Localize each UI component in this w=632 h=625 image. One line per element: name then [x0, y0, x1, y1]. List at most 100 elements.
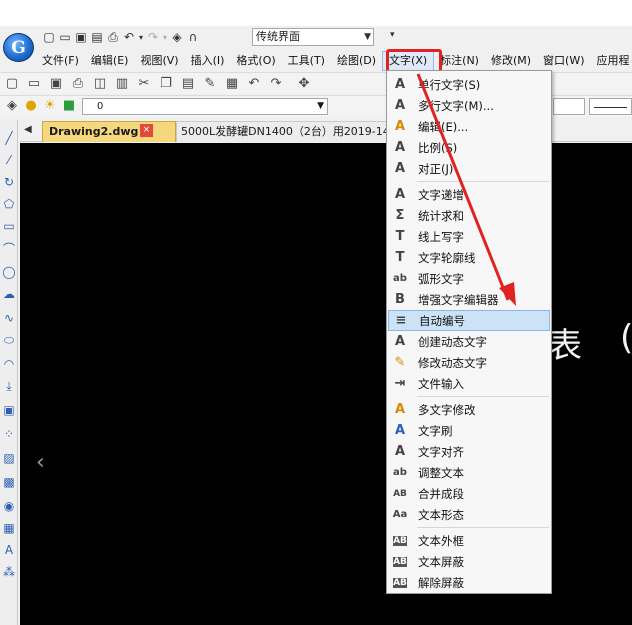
menu-item-file-import[interactable]: ⇥ 文件输入	[388, 373, 550, 394]
menu-item-enhanced-editor[interactable]: B 增强文字编辑器	[388, 289, 550, 310]
text-increment-icon: A	[394, 187, 406, 202]
menu-edit[interactable]: 编辑(E)	[85, 51, 135, 71]
menu-draw[interactable]: 绘图(D)	[331, 51, 382, 71]
close-icon[interactable]: ×	[140, 124, 153, 137]
menu-item-edit[interactable]: A 编辑(E)...	[388, 116, 550, 137]
menu-format[interactable]: 格式(O)	[230, 51, 281, 71]
open-folder-icon[interactable]: ▭	[26, 76, 42, 92]
menu-item-text-frame[interactable]: AB 文本外框	[388, 530, 550, 551]
add-selected-icon[interactable]: ⁂	[1, 564, 17, 580]
menu-item-text-on-line[interactable]: T 线上写字	[388, 226, 550, 247]
layers-icon[interactable]: ◈	[170, 30, 184, 44]
workspace-select[interactable]: 传统界面 ▼	[252, 28, 374, 46]
mtext-icon[interactable]: A	[1, 542, 17, 558]
region-icon[interactable]: ◉	[1, 498, 17, 514]
circle-icon[interactable]: ◯	[1, 264, 17, 280]
color-select[interactable]	[553, 98, 585, 115]
sun-icon[interactable]: ☀	[42, 97, 58, 113]
new-file-icon[interactable]: ▢	[42, 30, 56, 44]
menu-item-multi-text-modify[interactable]: A 多文字修改	[388, 399, 550, 420]
bulb-icon[interactable]: ●	[23, 97, 39, 113]
menu-view[interactable]: 视图(V)	[134, 51, 184, 71]
tab-other-drawing[interactable]: 5000L发酵罐DN1400（2台）用2019-147...	[176, 121, 404, 142]
menu-item-multiline-text[interactable]: A 多行文字(M)...	[388, 95, 550, 116]
copy-icon[interactable]: ❐	[158, 76, 174, 92]
canvas-nav-arrow[interactable]: ‹	[36, 450, 45, 475]
rectangle-icon[interactable]: ▭	[1, 218, 17, 234]
print-icon[interactable]: ⎙	[106, 30, 120, 44]
layer-select[interactable]: 0 ▼	[82, 98, 328, 115]
menu-item-text-outline[interactable]: T 文字轮廓线	[388, 247, 550, 268]
gradient-icon[interactable]: ▩	[1, 474, 17, 490]
menu-item-modify-dynamic-text[interactable]: ✎ 修改动态文字	[388, 352, 550, 373]
make-block-icon[interactable]: ▣	[1, 402, 17, 418]
modify-dynamic-text-icon: ✎	[394, 355, 406, 370]
menu-item-text-shape[interactable]: Aa 文本形态	[388, 504, 550, 525]
menu-separator	[417, 181, 549, 182]
arc-icon[interactable]: ⌒	[1, 240, 17, 256]
table-icon[interactable]: ▦	[1, 520, 17, 536]
print-preview-icon[interactable]: ◫	[92, 76, 108, 92]
layer-manager-icon[interactable]: ◈	[4, 97, 20, 113]
tab-drawing2[interactable]: Drawing2.dwg	[42, 121, 176, 142]
menu-window[interactable]: 窗口(W)	[537, 51, 590, 71]
line-icon[interactable]: ╱	[1, 130, 17, 146]
menu-item-single-line-text[interactable]: A 单行文字(S)	[388, 74, 550, 95]
edit-text-icon: A	[394, 119, 406, 134]
app-logo[interactable]: G	[3, 33, 34, 62]
customize-toolbar-icon[interactable]: ▾	[390, 30, 395, 40]
pan-icon[interactable]: ✥	[296, 76, 312, 92]
hatch-icon[interactable]: ▨	[1, 450, 17, 466]
menu-item-text-brush[interactable]: A 文字刷	[388, 420, 550, 441]
cut-icon[interactable]: ✂	[136, 76, 152, 92]
menu-file[interactable]: 文件(F)	[36, 51, 85, 71]
menu-tools[interactable]: 工具(T)	[282, 51, 331, 71]
undo-icon[interactable]: ↶	[122, 30, 136, 44]
menu-item-text-increment[interactable]: A 文字递增	[388, 184, 550, 205]
headset-icon[interactable]: ∩	[186, 30, 200, 44]
menu-insert[interactable]: 插入(I)	[185, 51, 231, 71]
linetype-select[interactable]	[589, 98, 632, 115]
tab-scroll-left-icon[interactable]: ◀	[24, 124, 32, 135]
polygon-icon[interactable]: ⬠	[1, 196, 17, 212]
menu-item-auto-number[interactable]: ≡ 自动编号	[388, 310, 550, 331]
menu-item-arc-text[interactable]: ab 弧形文字	[388, 268, 550, 289]
plot-icon[interactable]: ▥	[114, 76, 130, 92]
polyline-icon[interactable]: ↻	[1, 174, 17, 190]
spline-icon[interactable]: ∿	[1, 310, 17, 326]
save-icon[interactable]: ▣	[74, 30, 88, 44]
xline-icon[interactable]: ⁄	[1, 152, 17, 168]
menu-item-merge-paragraph[interactable]: AB 合并成段	[388, 483, 550, 504]
print-icon[interactable]: ⎙	[70, 76, 86, 92]
block-icon[interactable]: ▦	[224, 76, 240, 92]
menu-item-scale[interactable]: A 比例(S)	[388, 137, 550, 158]
open-folder-icon[interactable]: ▭	[58, 30, 72, 44]
insert-block-icon[interactable]: ⤓	[1, 378, 17, 394]
ellipse-icon[interactable]: ⬭	[1, 332, 17, 348]
new-file-icon[interactable]: ▢	[4, 76, 20, 92]
undo-icon[interactable]: ↶	[246, 76, 262, 92]
paste-icon[interactable]: ▤	[180, 76, 196, 92]
menu-item-text-align[interactable]: A 文字对齐	[388, 441, 550, 462]
single-line-text-icon: A	[394, 77, 406, 92]
ellipse-arc-icon[interactable]: ◠	[1, 356, 17, 372]
menu-item-create-dynamic-text[interactable]: A 创建动态文字	[388, 331, 550, 352]
chevron-down-icon: ▼	[317, 101, 324, 111]
match-properties-icon[interactable]: ✎	[202, 76, 218, 92]
redo-dropdown-icon[interactable]: ▾	[162, 30, 168, 44]
redo-icon[interactable]: ↷	[268, 76, 284, 92]
menu-apps[interactable]: 应用程	[591, 51, 632, 71]
menu-item-adjust-text[interactable]: ab 调整文本	[388, 462, 550, 483]
lock-icon[interactable]: ■	[61, 97, 77, 113]
menu-item-justify[interactable]: A 对正(J)	[388, 158, 550, 179]
menu-item-unmask[interactable]: AB 解除屏蔽	[388, 572, 550, 593]
menu-item-text-mask[interactable]: AB 文本屏蔽	[388, 551, 550, 572]
save-as-icon[interactable]: ▤	[90, 30, 104, 44]
save-icon[interactable]: ▣	[48, 76, 64, 92]
undo-dropdown-icon[interactable]: ▾	[138, 30, 144, 44]
redo-icon[interactable]: ↷	[146, 30, 160, 44]
menu-modify[interactable]: 修改(M)	[485, 51, 537, 71]
revcloud-icon[interactable]: ☁	[1, 286, 17, 302]
menu-item-sum[interactable]: Σ 统计求和	[388, 205, 550, 226]
point-icon[interactable]: ⁘	[1, 426, 17, 442]
